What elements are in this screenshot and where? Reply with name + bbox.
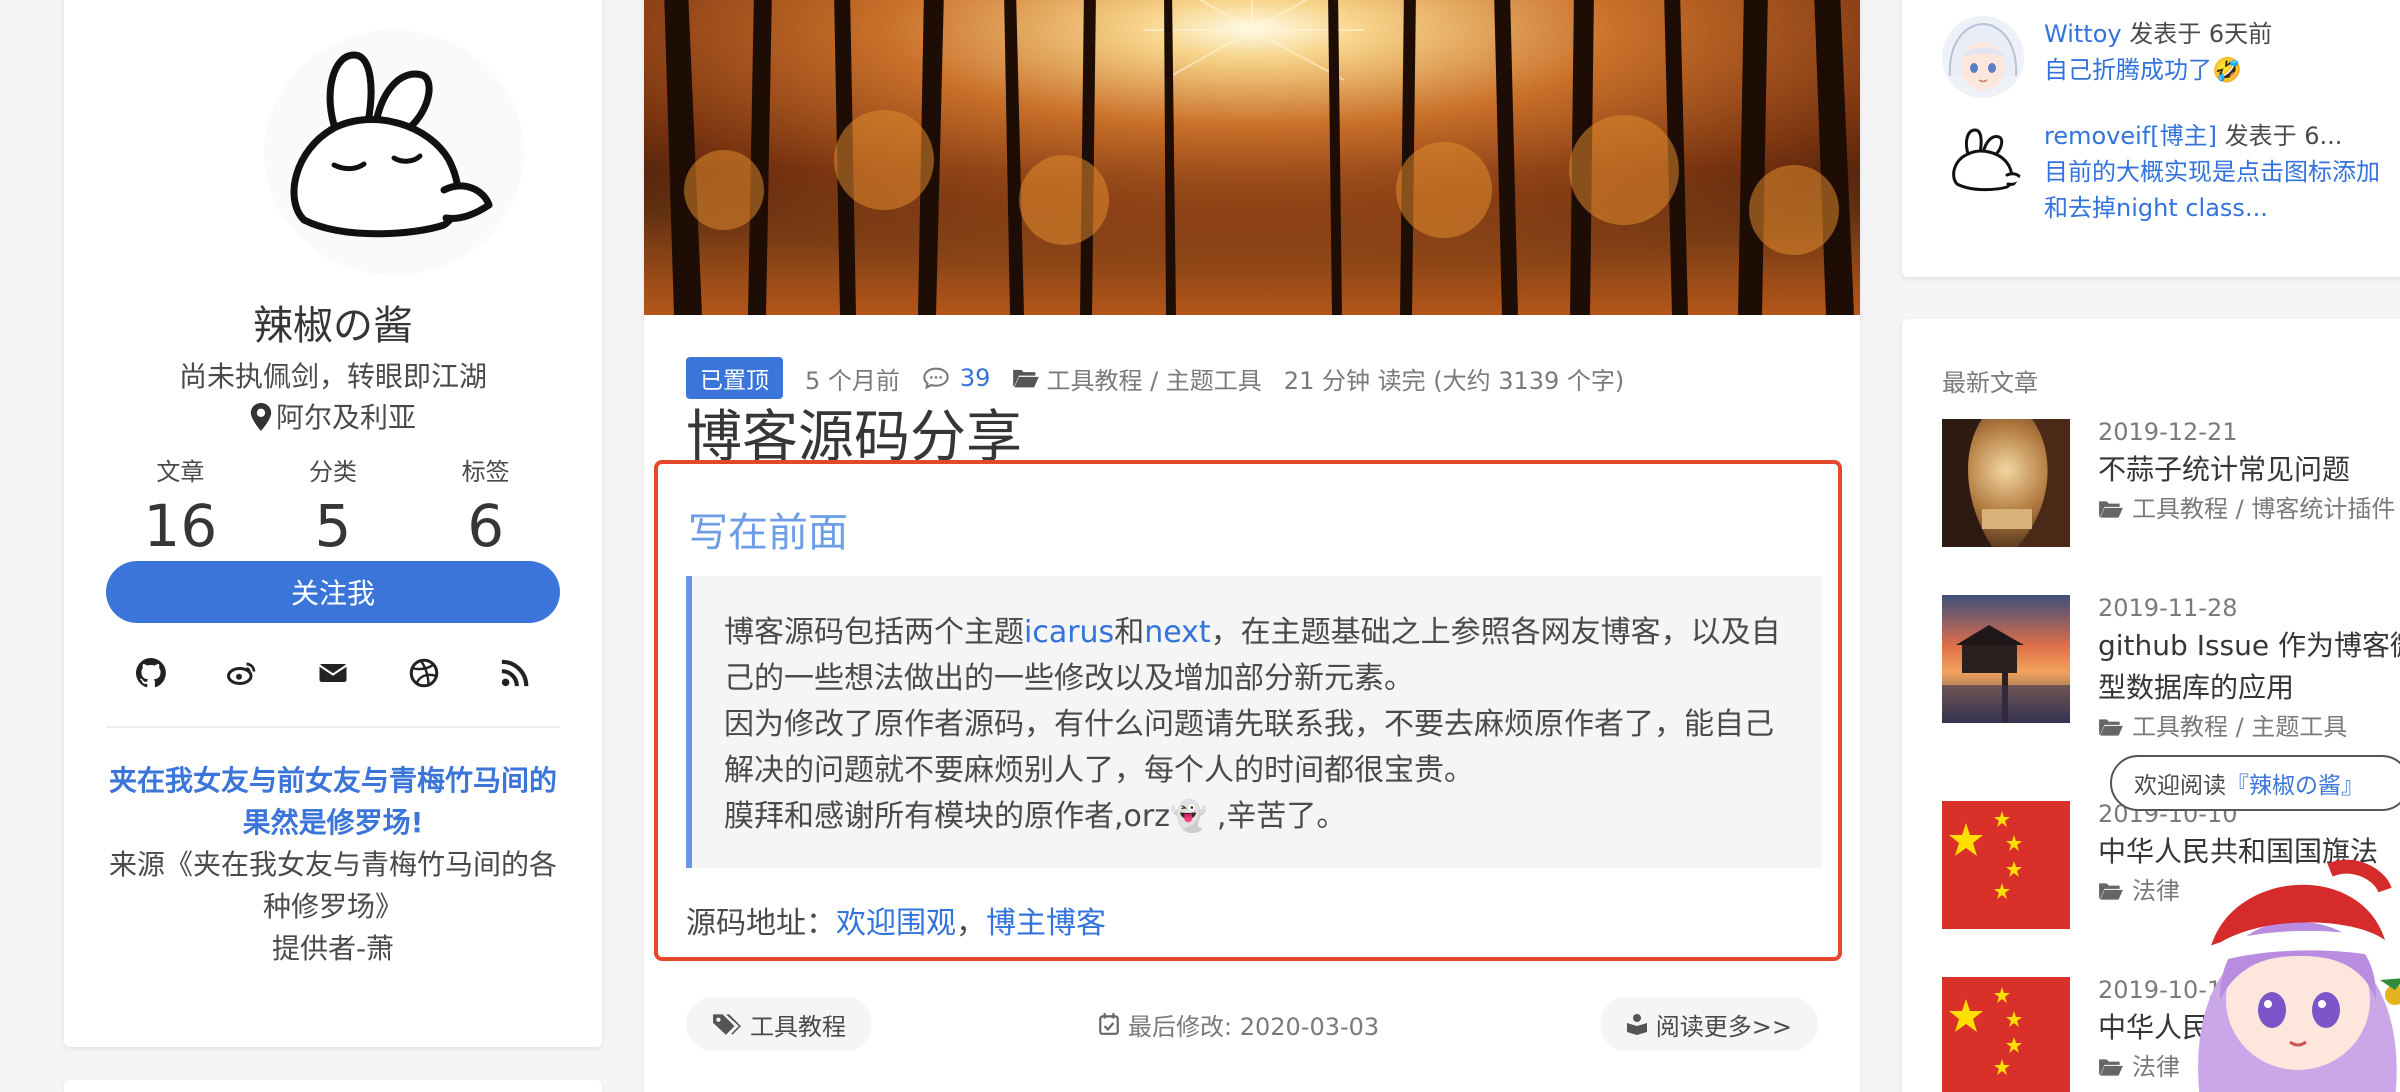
divider [106, 726, 560, 728]
comment-meta: 发表于 6... [2216, 122, 2343, 150]
folder-open-icon [1013, 369, 1040, 388]
post-date: 2019-12-21 [2098, 418, 2238, 446]
post-category[interactable]: 工具教程 / 主题工具 [2098, 709, 2400, 745]
folder-open-icon [2099, 719, 2123, 736]
quote-source: 来源《夹在我女友与青梅竹马间的各种修罗场》 [108, 848, 557, 923]
stat-value: 16 [143, 492, 218, 560]
stat-tags[interactable]: 标签 6 [409, 452, 562, 555]
read-more-button[interactable]: 阅读更多>> [1599, 997, 1818, 1051]
recent-comments-card: Wittoy 发表于 6天前 自己折腾成功了🤣 removeif[博主] 发表于… [1902, 0, 2400, 277]
comment-author[interactable]: Wittoy [2044, 20, 2122, 48]
post-category-label: 法律 [2132, 877, 2180, 905]
post-thumbnail[interactable] [1942, 595, 2070, 723]
last-modified: 最后修改: 2020-03-03 [1098, 997, 1379, 1051]
folder-open-icon [2099, 883, 2123, 900]
rss-icon[interactable] [500, 658, 530, 688]
post-date: 2019-11-28 [2098, 594, 2238, 622]
post-thumbnail[interactable] [1942, 977, 2070, 1092]
read-more-label: 阅读更多>> [1655, 1012, 1792, 1041]
comment-text[interactable]: 目前的大概实现是点击图标添加和去掉night class... [2044, 154, 2400, 226]
stat-categories[interactable]: 分类 5 [257, 452, 410, 555]
quote-provider: 提供者-萧 [271, 932, 395, 965]
article-cover-image[interactable] [644, 0, 1860, 315]
book-reader-icon [1626, 1014, 1647, 1035]
recent-posts-heading: 最新文章 [1942, 369, 2038, 397]
post-info: 2019-11-28 github Issue 作为博客微型数据库的应用 工具教… [2098, 591, 2400, 745]
dribbble-icon[interactable] [409, 658, 439, 688]
post-title[interactable]: github Issue 作为博客微型数据库的应用 [2098, 625, 2400, 709]
author-motto: 尚未执佩剑，转眼即江湖 [178, 360, 487, 393]
commenter-avatar[interactable] [1942, 118, 2024, 200]
welcome-prefix: 欢迎阅读 [2134, 773, 2226, 799]
tags-icon [713, 1014, 741, 1035]
weibo-icon[interactable] [227, 658, 257, 688]
stat-label: 分类 [309, 458, 357, 486]
comment-head: removeif[博主] 发表于 6... [2044, 118, 2400, 154]
pinned-badge: 已置顶 [686, 357, 783, 399]
stat-label: 文章 [156, 458, 205, 486]
folder-open-icon [2099, 501, 2123, 518]
post-category[interactable]: 工具教程 / 博客统计插件 [2098, 491, 2400, 527]
rabbit-avatar-icon [290, 51, 493, 238]
author-stats: 文章 16 分类 5 标签 6 [104, 452, 562, 555]
comment-icon [923, 367, 949, 390]
hitokoto-quote: 夹在我女友与前女友与青梅竹马间的果然是修罗场! 来源《夹在我女友与青梅竹马间的各… [106, 760, 560, 970]
live2d-mascot[interactable] [2180, 830, 2400, 1092]
comment-count-link[interactable]: 39 [922, 364, 991, 392]
comment-text[interactable]: 自己折腾成功了🤣 [2044, 52, 2400, 88]
stat-posts[interactable]: 文章 16 [104, 452, 257, 555]
map-pin-icon [250, 403, 272, 431]
article-card: 已置顶 5 个月前 39 工具教程 / 主题工具 21 分钟 读完 (大约 31… [644, 0, 1860, 1092]
email-icon[interactable] [318, 658, 348, 688]
article-tag[interactable]: 工具教程 [686, 997, 872, 1051]
article-footer: 工具教程 最后修改: 2020-03-03 阅读更多>> [686, 997, 1818, 1051]
comment-body: Wittoy 发表于 6天前 自己折腾成功了🤣 [2044, 16, 2400, 98]
commenter-avatar[interactable] [1942, 16, 2024, 98]
comment-item[interactable]: removeif[博主] 发表于 6... 目前的大概实现是点击图标添加和去掉n… [1942, 118, 2400, 226]
stat-label: 标签 [461, 458, 510, 486]
comment-meta: 发表于 6天前 [2121, 20, 2273, 48]
post-title[interactable]: 不蒜子统计常见问题 [2098, 449, 2400, 491]
last-modified-text: 最后修改: 2020-03-03 [1128, 1012, 1380, 1041]
post-category-label: 法律 [2132, 1053, 2180, 1081]
quote-text[interactable]: 夹在我女友与前女友与青梅竹马间的果然是修罗场! [106, 760, 560, 844]
github-icon[interactable] [136, 658, 167, 688]
comment-item[interactable]: Wittoy 发表于 6天前 自己折腾成功了🤣 [1942, 16, 2400, 98]
article-time: 5 个月前 [805, 366, 900, 395]
post-thumbnail[interactable] [1942, 419, 2070, 547]
welcome-speech-bubble: 欢迎阅读 『辣椒の酱』 [2110, 755, 2400, 811]
follow-button[interactable]: 关注我 [106, 561, 560, 623]
social-links [106, 658, 560, 688]
reading-time: 21 分钟 读完 (大约 3139 个字) [1283, 366, 1625, 395]
post-category-label: 工具教程 / 博客统计插件 [2132, 495, 2396, 523]
folder-open-icon [2099, 1059, 2123, 1076]
comment-author[interactable]: removeif[博主] [2044, 122, 2217, 150]
comment-head: Wittoy 发表于 6天前 [2044, 16, 2400, 52]
article-meta: 已置顶 5 个月前 39 工具教程 / 主题工具 21 分钟 读完 (大约 31… [686, 357, 1646, 399]
comment-count: 39 [959, 364, 991, 392]
post-info: 2019-12-21 不蒜子统计常见问题 工具教程 / 博客统计插件 [2098, 415, 2400, 527]
author-avatar[interactable] [264, 30, 524, 275]
comment-body: removeif[博主] 发表于 6... 目前的大概实现是点击图标添加和去掉n… [2044, 118, 2400, 226]
profile-card: 辣椒の酱 尚未执佩剑，转眼即江湖 阿尔及利亚 文章 16 分类 5 标签 6 关… [64, 0, 602, 1047]
next-widget-card [64, 1080, 602, 1092]
article-category[interactable]: 工具教程 / 主题工具 [1012, 361, 1262, 396]
welcome-site-name: 『辣椒の酱』 [2226, 773, 2364, 799]
highlight-annotation-box [654, 460, 1842, 961]
stat-value: 5 [314, 492, 352, 560]
author-name: 辣椒の酱 [253, 303, 413, 349]
post-category-label: 工具教程 / 主题工具 [2132, 713, 2348, 741]
category-path: 工具教程 / 主题工具 [1046, 366, 1262, 395]
author-location: 阿尔及利亚 [64, 396, 602, 436]
tag-label: 工具教程 [750, 1012, 846, 1041]
calendar-check-icon [1099, 1013, 1119, 1035]
post-thumbnail[interactable] [1942, 801, 2070, 929]
location-text: 阿尔及利亚 [275, 401, 416, 434]
stat-value: 6 [467, 492, 505, 560]
